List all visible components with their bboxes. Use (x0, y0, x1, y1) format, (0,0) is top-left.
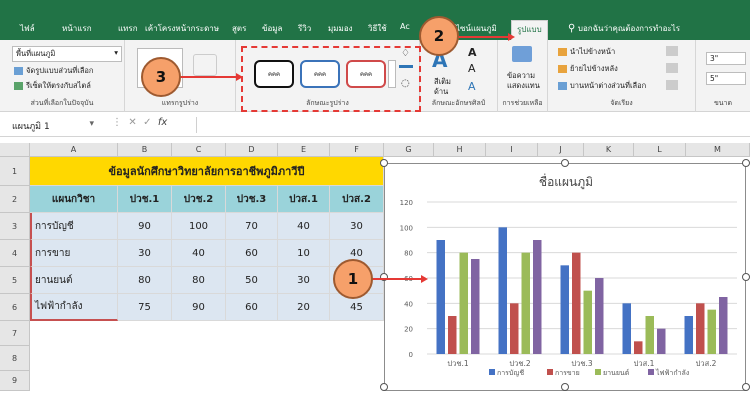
callout-3: 3 (141, 57, 181, 97)
arrow-head (236, 73, 243, 81)
callout-1: 1 (333, 259, 373, 299)
arrow-head (421, 275, 428, 283)
callout-2: 2 (419, 16, 459, 56)
arrow-head (508, 33, 515, 41)
annotation-arrows (180, 33, 515, 283)
